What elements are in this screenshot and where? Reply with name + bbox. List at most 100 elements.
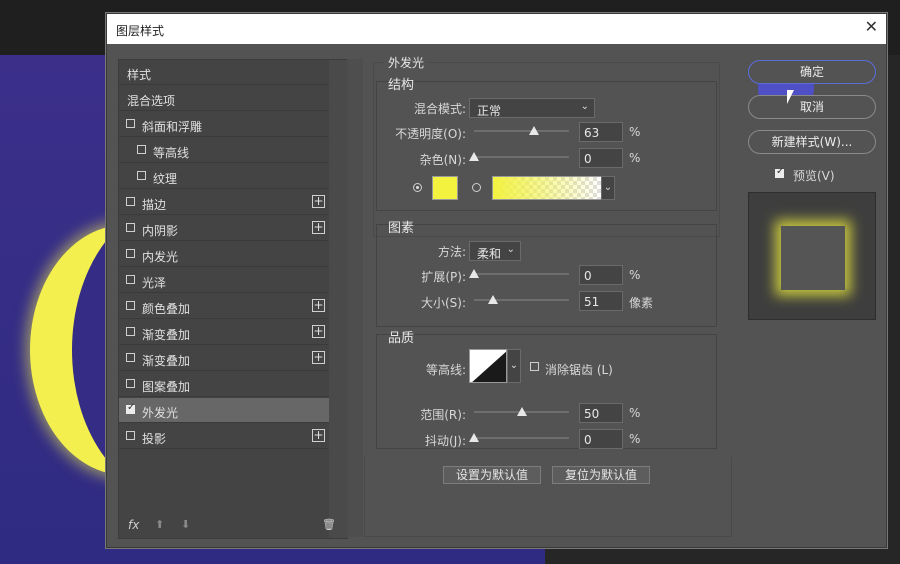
opacity-input[interactable]: 63 — [579, 122, 623, 142]
chevron-down-icon: ⌄ — [580, 101, 589, 112]
fx-icon[interactable]: fx — [128, 518, 139, 532]
style-checkbox[interactable] — [137, 145, 146, 154]
add-style-icon[interactable]: + — [312, 299, 325, 312]
noise-slider-thumb[interactable] — [469, 152, 479, 161]
style-item-label: 颜色叠加 — [142, 302, 191, 316]
styles-list-item[interactable]: 光泽 — [119, 268, 329, 293]
style-item-label: 等高线 — [153, 146, 190, 160]
styles-list-item[interactable]: 纹理 — [119, 164, 329, 189]
styles-list-item[interactable]: 描边 + — [119, 190, 329, 215]
preview-checkbox[interactable] — [775, 166, 784, 178]
styles-list-item[interactable]: 斜面和浮雕 — [119, 112, 329, 137]
styles-list-item[interactable]: 图案叠加 — [119, 372, 329, 397]
technique-value: 柔和 — [477, 247, 502, 261]
spread-input[interactable]: 0 — [579, 265, 623, 285]
styles-list-item[interactable]: 内发光 — [119, 242, 329, 267]
styles-list-item[interactable]: 渐变叠加 + — [119, 320, 329, 345]
size-input[interactable]: 51 — [579, 291, 623, 311]
technique-select[interactable]: 柔和 ⌄ — [469, 241, 521, 261]
style-item-label: 斜面和浮雕 — [142, 120, 203, 134]
range-slider[interactable] — [474, 407, 569, 416]
style-item-label: 内阴影 — [142, 224, 179, 238]
style-item-label: 图案叠加 — [142, 380, 191, 394]
elements-title: 图素 — [388, 221, 415, 236]
styles-list-item[interactable]: 投影 + — [119, 424, 329, 449]
add-style-icon[interactable]: + — [312, 351, 325, 364]
noise-slider[interactable] — [469, 152, 569, 161]
jitter-slider[interactable] — [469, 433, 569, 442]
preview-label: 预览(V) — [793, 169, 835, 183]
style-checkbox[interactable] — [137, 171, 146, 180]
style-checkbox[interactable] — [126, 119, 135, 128]
range-label: 范围(R): — [420, 408, 466, 422]
spread-slider-thumb[interactable] — [469, 269, 479, 278]
add-style-icon[interactable]: + — [312, 429, 325, 442]
contour-dropdown[interactable]: ⌄ — [507, 349, 521, 383]
spread-label: 扩展(P): — [421, 270, 466, 284]
style-item-label: 投影 — [142, 432, 167, 446]
style-checkbox[interactable] — [126, 327, 135, 336]
styles-list-item[interactable]: 颜色叠加 + — [119, 294, 329, 319]
antialias-checkbox[interactable] — [530, 362, 539, 371]
gradient-dropdown[interactable]: ⌄ — [601, 176, 615, 200]
styles-list-item[interactable]: 渐变叠加 + — [119, 346, 329, 371]
quality-title: 品质 — [388, 331, 415, 346]
styles-list-item[interactable]: 等高线 — [119, 138, 329, 163]
style-checkbox[interactable] — [126, 197, 135, 206]
size-slider[interactable] — [474, 295, 569, 304]
noise-input[interactable]: 0 — [579, 148, 623, 168]
close-icon[interactable]: ✕ — [865, 18, 878, 36]
blend-mode-select[interactable]: 正常 ⌄ — [469, 98, 595, 118]
solid-color-radio[interactable] — [413, 183, 422, 192]
cancel-button[interactable]: 取消 — [748, 95, 876, 119]
styles-list-item[interactable]: 外发光 — [119, 398, 329, 423]
new-style-button[interactable]: 新建样式(W)... — [748, 130, 876, 154]
style-checkbox[interactable] — [126, 223, 135, 232]
jitter-slider-thumb[interactable] — [469, 433, 479, 442]
opacity-slider-thumb[interactable] — [528, 126, 539, 135]
style-item-label: 外发光 — [142, 406, 179, 420]
glow-color-swatch[interactable] — [432, 176, 458, 200]
trash-icon[interactable]: 🗑 — [322, 518, 336, 531]
style-checkbox[interactable] — [126, 301, 135, 310]
chevron-down-icon: ⌄ — [603, 182, 613, 193]
glow-gradient-picker[interactable] — [492, 176, 602, 200]
range-unit: % — [629, 406, 641, 420]
style-checkbox[interactable] — [126, 431, 135, 440]
style-item-label: 光泽 — [142, 276, 167, 290]
style-checkbox[interactable] — [126, 379, 135, 388]
jitter-label: 抖动(J): — [425, 434, 466, 448]
contour-picker[interactable] — [469, 349, 507, 383]
style-checkbox[interactable] — [126, 249, 135, 258]
move-down-icon[interactable]: ⬇ — [181, 518, 190, 531]
style-checkbox[interactable] — [126, 402, 135, 414]
styles-list-item[interactable]: 样式 — [119, 60, 329, 85]
styles-list-item[interactable]: 混合选项 — [119, 86, 329, 111]
style-item-label: 渐变叠加 — [142, 328, 191, 342]
add-style-icon[interactable]: + — [312, 325, 325, 338]
size-slider-thumb[interactable] — [488, 295, 498, 304]
style-checkbox[interactable] — [126, 275, 135, 284]
gradient-radio[interactable] — [472, 183, 481, 192]
style-checkbox[interactable] — [126, 353, 135, 362]
range-input[interactable]: 50 — [579, 403, 623, 423]
move-up-icon[interactable]: ⬆ — [155, 518, 164, 531]
blend-mode-label: 混合模式: — [413, 102, 466, 116]
opacity-unit: % — [629, 125, 641, 139]
styles-list-item[interactable]: 内阴影 + — [119, 216, 329, 241]
styles-list-scrollbar[interactable] — [329, 60, 347, 538]
spread-slider[interactable] — [469, 269, 569, 278]
opacity-slider[interactable] — [474, 126, 569, 135]
outer-glow-title: 外发光 — [384, 54, 429, 71]
add-style-icon[interactable]: + — [312, 195, 325, 208]
dialog-titlebar: 图层样式 ✕ — [107, 14, 886, 44]
technique-label: 方法: — [437, 245, 466, 259]
style-item-label: 内发光 — [142, 250, 179, 264]
range-slider-thumb[interactable] — [516, 407, 527, 416]
ok-button[interactable]: 确定 — [748, 60, 876, 84]
options-scrollbar[interactable] — [347, 59, 363, 537]
spread-unit: % — [629, 268, 641, 282]
jitter-unit: % — [629, 432, 641, 446]
jitter-input[interactable]: 0 — [579, 429, 623, 449]
add-style-icon[interactable]: + — [312, 221, 325, 234]
